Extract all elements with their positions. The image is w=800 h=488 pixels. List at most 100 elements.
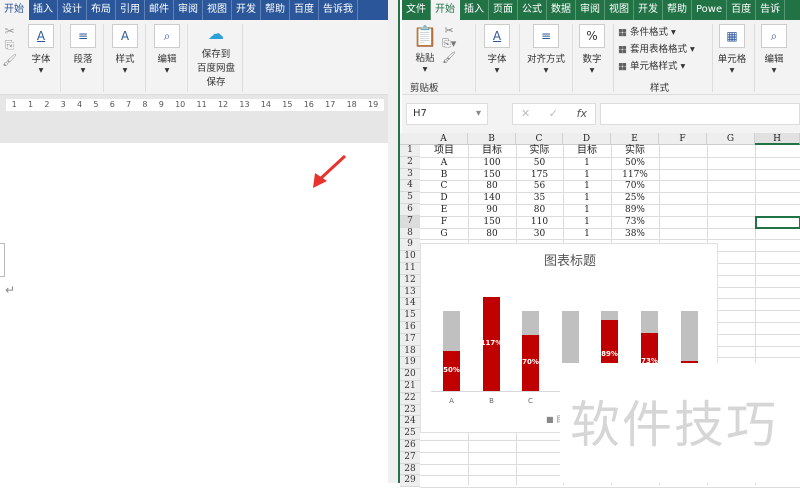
table-cell[interactable]: F [420, 216, 468, 228]
word-tab[interactable]: 开发 [232, 0, 261, 20]
row-header[interactable]: 29 [400, 475, 420, 488]
row-header[interactable]: 13 [400, 286, 420, 299]
editing-group[interactable]: ⌕ 编辑 ▾ [152, 24, 182, 76]
row-header[interactable]: 7 [400, 215, 420, 228]
column-header[interactable]: C [516, 133, 563, 145]
table-cell[interactable]: 1 [563, 157, 611, 169]
table-cell[interactable]: 80 [468, 228, 516, 240]
table-cell[interactable]: 实际 [516, 145, 563, 157]
table-cell[interactable]: 1 [563, 180, 611, 192]
table-cell[interactable]: 1 [563, 204, 611, 216]
row-header[interactable]: 21 [400, 381, 420, 393]
enter-icon[interactable]: ✓ [549, 107, 558, 121]
table-cell[interactable]: 1 [563, 216, 611, 228]
row-header[interactable]: 1 [400, 145, 420, 157]
table-cell[interactable]: 175 [516, 169, 563, 181]
selected-cell-H7[interactable] [755, 215, 800, 229]
paragraph-group[interactable]: ≡ 段落 ▾ [68, 24, 98, 76]
row-header[interactable]: 26 [400, 440, 420, 452]
table-cell[interactable]: 89% [611, 204, 659, 216]
cell-style-button[interactable]: ▦ 单元格样式 ▾ [618, 58, 695, 75]
document-page[interactable]: ↵ [0, 143, 388, 483]
excel-tab[interactable]: 公式 [518, 0, 547, 20]
word-tab[interactable]: 插入 [29, 0, 58, 20]
table-cell[interactable]: 73% [611, 216, 659, 228]
clipboard-tools[interactable]: ✂ ⎘▾ 🖌 [442, 24, 456, 64]
table-cell[interactable]: D [420, 192, 468, 204]
name-box[interactable]: H7 ▾ [406, 103, 488, 125]
excel-tab[interactable]: Powe [692, 0, 728, 20]
clipboard-icons[interactable]: ✂ ⎘ 🖌 [2, 24, 17, 67]
row-header[interactable]: 6 [400, 204, 420, 216]
styles-group[interactable]: A 样式 ▾ [110, 24, 140, 76]
row-header[interactable]: 27 [400, 451, 420, 464]
excel-tab[interactable]: 开发 [634, 0, 663, 20]
table-cell[interactable]: 50% [611, 157, 659, 169]
row-header[interactable]: 15 [400, 310, 420, 322]
excel-tab[interactable]: 开始 [431, 0, 460, 20]
row-header[interactable]: 16 [400, 322, 420, 334]
pane-divider[interactable] [388, 0, 400, 483]
row-header[interactable]: 2 [400, 156, 420, 169]
row-header[interactable]: 20 [400, 369, 420, 381]
word-tab[interactable]: 百度 [290, 0, 319, 20]
row-header[interactable]: 5 [400, 192, 420, 204]
table-cell[interactable]: 25% [611, 192, 659, 204]
table-cell[interactable]: 117% [611, 169, 659, 181]
word-tab[interactable]: 视图 [203, 0, 232, 20]
excel-tab[interactable]: 插入 [460, 0, 489, 20]
table-cell[interactable]: 实际 [611, 145, 659, 157]
table-cell[interactable]: 80 [516, 204, 563, 216]
formula-input[interactable] [600, 103, 800, 125]
column-header[interactable]: D [563, 133, 611, 145]
word-tab[interactable]: 设计 [58, 0, 87, 20]
table-cell[interactable]: C [420, 180, 468, 192]
table-cell[interactable]: 1 [563, 228, 611, 240]
row-header[interactable]: 8 [400, 227, 420, 240]
number-group[interactable]: % 数字 ▾ [577, 24, 607, 76]
table-cell[interactable]: 110 [516, 216, 563, 228]
alignment-group[interactable]: ≡ 对齐方式 ▾ [522, 24, 570, 76]
table-cell[interactable]: G [420, 228, 468, 240]
table-cell[interactable]: 140 [468, 192, 516, 204]
table-cell[interactable]: 100 [468, 157, 516, 169]
table-cell[interactable]: 项目 [420, 145, 468, 157]
table-cell[interactable]: 150 [468, 169, 516, 181]
row-header[interactable]: 9 [400, 239, 420, 252]
chart-title[interactable]: 图表标题 [421, 250, 719, 269]
table-cell[interactable]: 56 [516, 180, 563, 192]
table-cell[interactable]: A [420, 157, 468, 169]
table-cell[interactable]: 1 [563, 192, 611, 204]
row-header[interactable]: 17 [400, 333, 420, 346]
row-header[interactable]: 24 [400, 416, 420, 429]
table-cell[interactable]: 70% [611, 180, 659, 192]
excel-tab[interactable]: 审阅 [576, 0, 605, 20]
row-header[interactable]: 25 [400, 428, 420, 440]
ruler[interactable]: 1 1 2 3 4 5 6 7 8 9 10 11 12 13 14 15 16 17 18 19 [0, 95, 388, 115]
column-header[interactable]: G [707, 133, 755, 145]
word-tab[interactable]: 帮助 [261, 0, 290, 20]
row-header[interactable]: 12 [400, 274, 420, 287]
table-format-button[interactable]: ▦ 套用表格格式 ▾ [618, 41, 695, 58]
row-header[interactable]: 11 [400, 263, 420, 275]
table-cell[interactable]: 目标 [468, 145, 516, 157]
table-cell[interactable]: 50 [516, 157, 563, 169]
excel-tab[interactable]: 百度 [727, 0, 757, 20]
cancel-icon[interactable]: ✕ [521, 107, 530, 121]
table-cell[interactable]: 目标 [563, 145, 611, 157]
row-header[interactable]: 22 [400, 392, 420, 405]
word-tab[interactable]: 布局 [87, 0, 116, 20]
table-cell[interactable]: E [420, 204, 468, 216]
row-header[interactable]: 19 [400, 357, 420, 370]
save-baidu-button[interactable]: ☁ 保存到 百度网盘 保存 [192, 24, 240, 88]
word-tab[interactable]: 审阅 [174, 0, 203, 20]
word-tab[interactable]: 引用 [116, 0, 145, 20]
column-header[interactable]: E [611, 133, 659, 145]
row-header[interactable]: 18 [400, 345, 420, 358]
row-header[interactable]: 14 [400, 298, 420, 311]
excel-tab[interactable]: 页面 [489, 0, 518, 20]
table-cell[interactable]: B [420, 169, 468, 181]
table-cell[interactable]: 80 [468, 180, 516, 192]
fx-button[interactable]: fx [577, 107, 587, 121]
editing-group[interactable]: ⌕ 编辑 ▾ [759, 24, 789, 76]
